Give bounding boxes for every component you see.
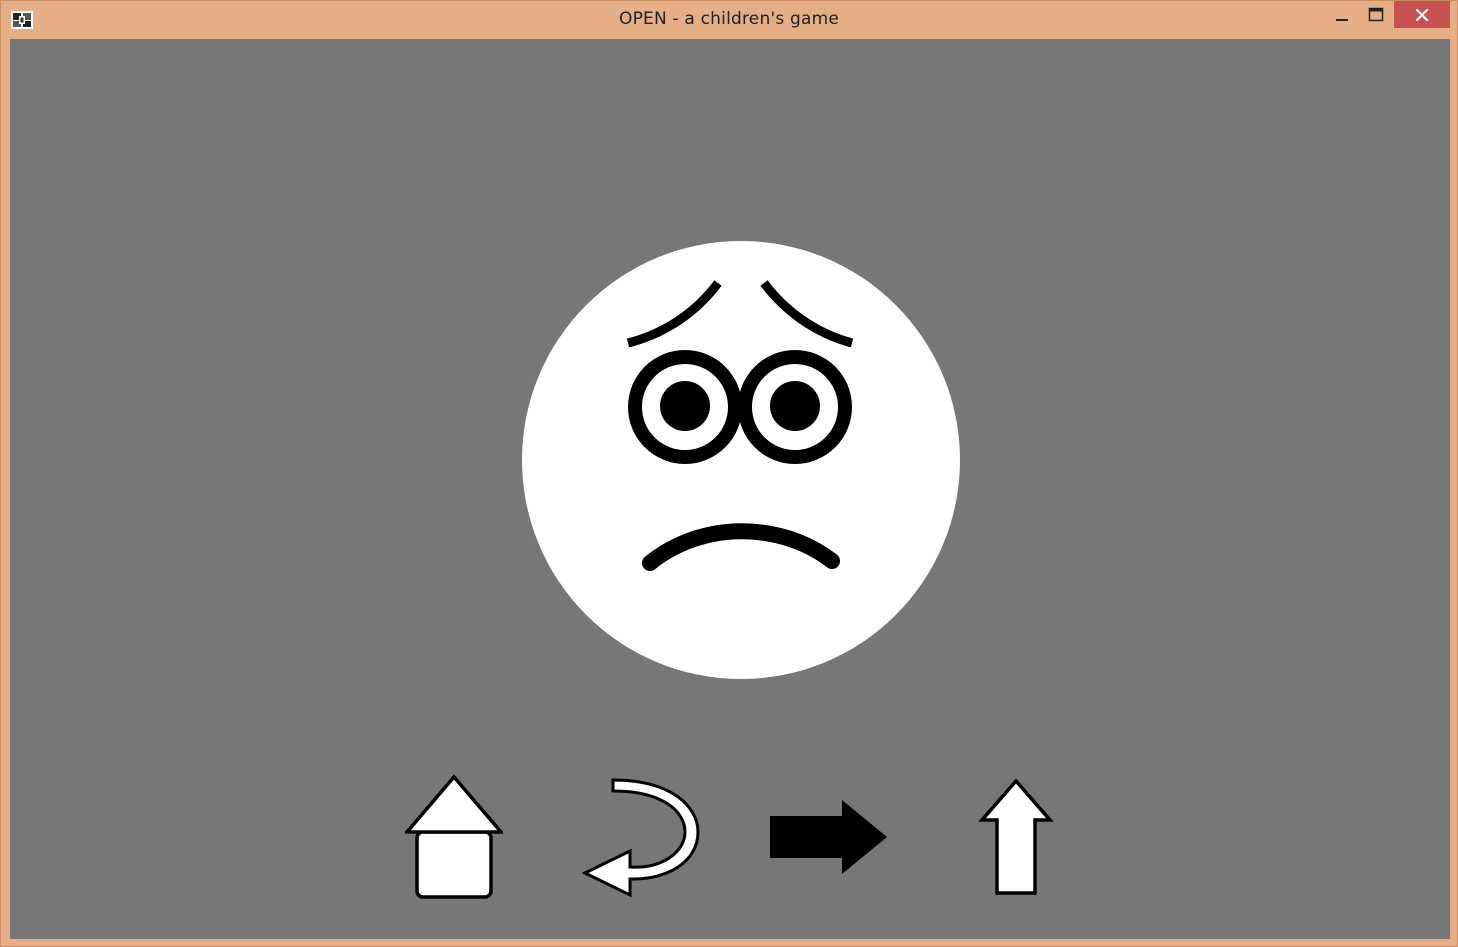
minimize-icon <box>1336 18 1348 21</box>
up-arrow-icon <box>978 778 1054 895</box>
back-arrow-icon <box>582 778 700 898</box>
window-title: OPEN - a children's game <box>618 9 840 29</box>
up-button[interactable] <box>977 777 1055 897</box>
home-button[interactable] <box>405 774 503 901</box>
maximize-button[interactable] <box>1357 1 1395 28</box>
close-icon <box>1415 8 1429 21</box>
game-canvas <box>10 39 1450 939</box>
home-icon <box>405 774 503 899</box>
maximize-icon <box>1368 7 1384 21</box>
next-arrow-icon <box>770 800 887 874</box>
sad-face-icon <box>522 241 960 679</box>
back-button[interactable] <box>582 777 702 899</box>
title-bar[interactable]: OPEN - a children's game <box>1 1 1457 38</box>
close-button[interactable] <box>1394 1 1450 28</box>
app-window: OPEN - a children's game <box>0 0 1458 947</box>
next-button[interactable] <box>769 799 889 875</box>
minimize-button[interactable] <box>1323 1 1361 28</box>
